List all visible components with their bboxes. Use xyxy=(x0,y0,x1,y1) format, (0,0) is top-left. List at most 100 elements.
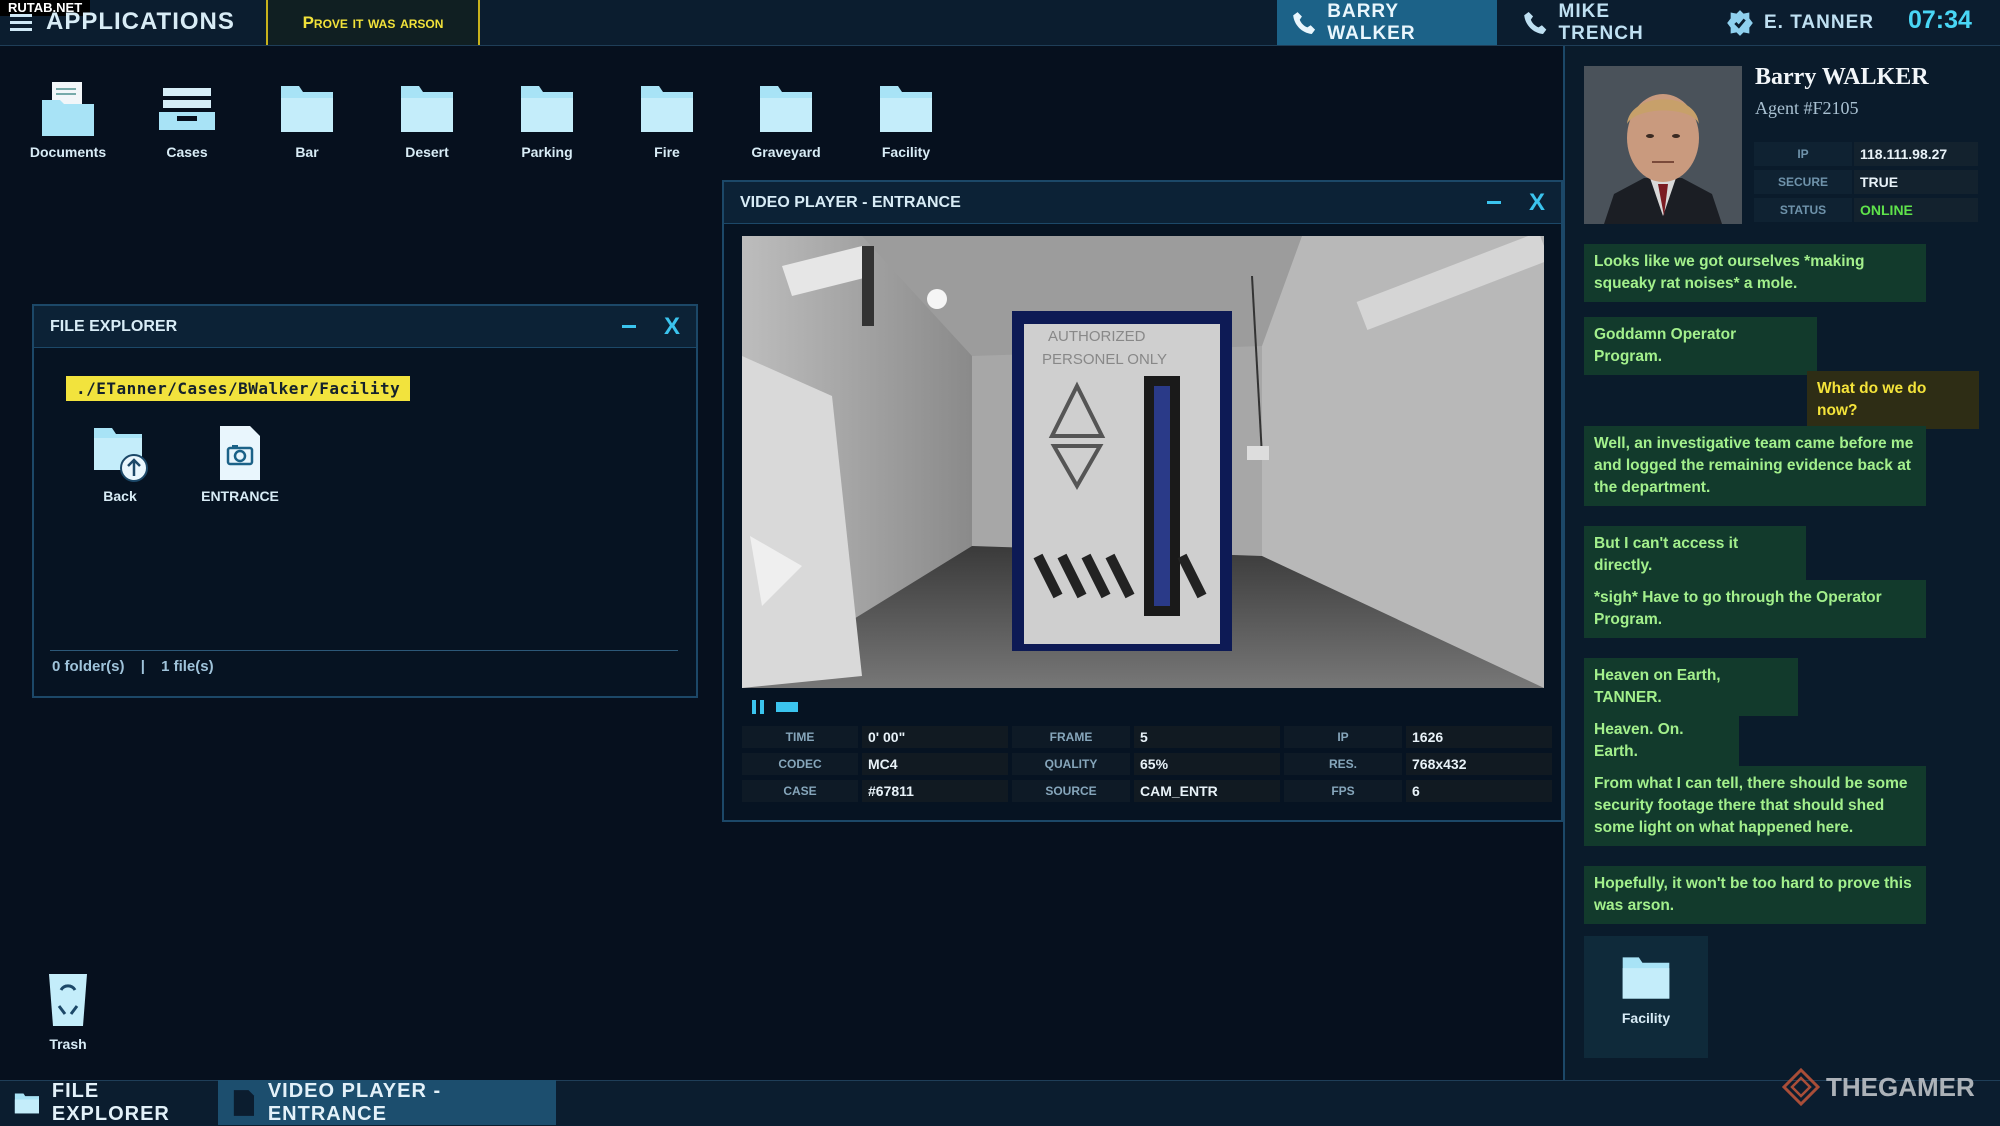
desktop-icon-label: Facility xyxy=(881,144,931,160)
contact-e-tanner[interactable]: E. TANNER xyxy=(1712,0,1902,45)
chat-message-self: What do we do now? xyxy=(1807,371,1979,429)
info-label-status: STATUS xyxy=(1754,198,1852,222)
desktop-icon-label: Documents xyxy=(29,144,107,160)
phone-icon xyxy=(1524,11,1547,34)
folder-icon xyxy=(401,86,453,132)
file-item-back[interactable]: Back xyxy=(70,424,170,504)
camera-file-icon xyxy=(220,426,260,480)
trash-recycle-icon xyxy=(49,974,87,1026)
contact-barry-walker[interactable]: BARRY WALKER xyxy=(1277,0,1497,45)
desktop-icon-label: Cases xyxy=(166,144,208,160)
folder-icon xyxy=(521,86,573,132)
video-frame[interactable]: AUTHORIZED PERSONEL ONLY xyxy=(742,236,1544,688)
info-value-status: ONLINE xyxy=(1854,198,1978,222)
folder-icon xyxy=(14,1093,39,1113)
file-explorer-footer: 0 folder(s) | 1 file(s) xyxy=(52,658,214,675)
phone-icon xyxy=(1293,11,1316,34)
stat-label: RES. xyxy=(1284,753,1402,775)
hamburger-icon[interactable] xyxy=(10,14,32,32)
door-sign-line1: AUTHORIZED xyxy=(1048,328,1146,345)
stat-value: 1626 xyxy=(1406,726,1552,748)
desktop-icon-label: Parking xyxy=(521,144,573,160)
security-footage-image: AUTHORIZED PERSONEL ONLY xyxy=(742,236,1544,688)
desktop-icon-trash[interactable]: Trash xyxy=(18,970,118,1052)
desktop-icon-label: Desert xyxy=(405,144,449,160)
contact-mike-trench[interactable]: MIKE TRENCH xyxy=(1508,0,1708,45)
stat-value: 768x432 xyxy=(1406,753,1552,775)
desktop-icon-label: Fire xyxy=(654,144,680,160)
chat-message: Heaven on Earth, TANNER. xyxy=(1584,658,1798,716)
folder-icon xyxy=(1622,957,1670,999)
brand-watermark: THEGAMER xyxy=(1782,1068,1975,1106)
stat-label: IP xyxy=(1284,726,1402,748)
stat-label: FPS xyxy=(1284,780,1402,802)
desktop-icon-fire[interactable]: Fire xyxy=(617,80,717,160)
stat-value: 6 xyxy=(1406,780,1552,802)
taskbar-item-video-player[interactable]: VIDEO PLAYER - ENTRANCE xyxy=(218,1080,556,1125)
folder-icon xyxy=(281,86,333,132)
stat-label: QUALITY xyxy=(1012,753,1130,775)
badge-icon xyxy=(1727,9,1753,36)
video-player-titlebar[interactable]: VIDEO PLAYER - ENTRANCE X xyxy=(724,182,1561,224)
agent-portrait xyxy=(1584,66,1742,224)
info-value-ip: 118.111.98.27 xyxy=(1854,142,1978,166)
chat-message: Heaven. On. Earth. xyxy=(1584,712,1739,770)
folder-icon xyxy=(641,86,693,132)
stat-value: 0' 00" xyxy=(862,726,1008,748)
path-breadcrumb: ./ETanner/Cases/BWalker/Facility xyxy=(66,376,411,401)
chat-attachment-facility[interactable]: Facility xyxy=(1584,936,1708,1058)
cases-tray-icon xyxy=(159,88,215,130)
info-label-secure: SECURE xyxy=(1754,170,1852,194)
video-file-icon xyxy=(233,1089,255,1116)
file-item-entrance[interactable]: ENTRANCE xyxy=(190,424,290,504)
info-value-secure: TRUE xyxy=(1854,170,1978,194)
playback-progress[interactable] xyxy=(776,702,798,712)
desktop-icon-parking[interactable]: Parking xyxy=(497,80,597,160)
brand-watermark-text: THEGAMER xyxy=(1826,1071,1975,1102)
info-label-ip: IP xyxy=(1754,142,1852,166)
file-explorer-titlebar[interactable]: FILE EXPLORER X xyxy=(34,306,696,348)
chat-message: Looks like we got ourselves *making sque… xyxy=(1584,244,1926,302)
stat-label: FRAME xyxy=(1012,726,1130,748)
folder-count: 0 folder(s) xyxy=(52,658,125,675)
desktop-icon-graveyard[interactable]: Graveyard xyxy=(736,80,836,160)
desktop-icon-documents[interactable]: Documents xyxy=(18,80,118,160)
documents-folder-icon xyxy=(42,82,94,136)
stat-label: CODEC xyxy=(742,753,858,775)
close-button[interactable]: X xyxy=(1529,190,1545,214)
chat-message: Goddamn Operator Program. xyxy=(1584,317,1817,375)
applications-menu[interactable]: APPLICATIONS xyxy=(46,8,235,36)
clock: 07:34 xyxy=(1908,6,1972,34)
stat-value: CAM_ENTR xyxy=(1134,780,1280,802)
taskbar-item-file-explorer[interactable]: FILE EXPLORER xyxy=(0,1080,214,1125)
minimize-button[interactable] xyxy=(621,325,636,328)
thegamer-logo-icon xyxy=(1782,1068,1820,1106)
desktop-icon-label: Bar xyxy=(295,144,319,160)
contact-name: E. TANNER xyxy=(1764,11,1874,33)
divider xyxy=(50,650,678,651)
agent-id: Agent #F2105 xyxy=(1755,98,1859,118)
stat-value: 5 xyxy=(1134,726,1280,748)
video-stats: TIME 0' 00" FRAME 5 IP 1626 CODEC MC4 QU… xyxy=(742,726,1552,802)
attachment-label: Facility xyxy=(1621,1010,1671,1026)
close-button[interactable]: X xyxy=(664,314,680,338)
window-title: VIDEO PLAYER - ENTRANCE xyxy=(740,193,961,211)
stat-label: TIME xyxy=(742,726,858,748)
objective-label: Prove it was arson xyxy=(266,0,480,45)
pause-button[interactable] xyxy=(752,700,764,714)
footer-separator: | xyxy=(140,658,145,675)
avatar xyxy=(1584,66,1742,224)
chat-message: Well, an investigative team came before … xyxy=(1584,426,1926,506)
folder-icon xyxy=(880,86,932,132)
desktop-icon-desert[interactable]: Desert xyxy=(377,80,477,160)
minimize-button[interactable] xyxy=(1486,201,1501,204)
folder-icon xyxy=(760,86,812,132)
desktop-icon-cases[interactable]: Cases xyxy=(137,80,237,160)
desktop-icon-facility[interactable]: Facility xyxy=(856,80,956,160)
desktop-icon-label: Trash xyxy=(49,1036,87,1052)
pause-icon xyxy=(752,700,764,714)
agent-name: Barry WALKER xyxy=(1755,64,1929,90)
desktop-icon-bar[interactable]: Bar xyxy=(257,80,357,160)
chat-message: Hopefully, it won't be too hard to prove… xyxy=(1584,866,1926,924)
stat-value: #67811 xyxy=(862,780,1008,802)
